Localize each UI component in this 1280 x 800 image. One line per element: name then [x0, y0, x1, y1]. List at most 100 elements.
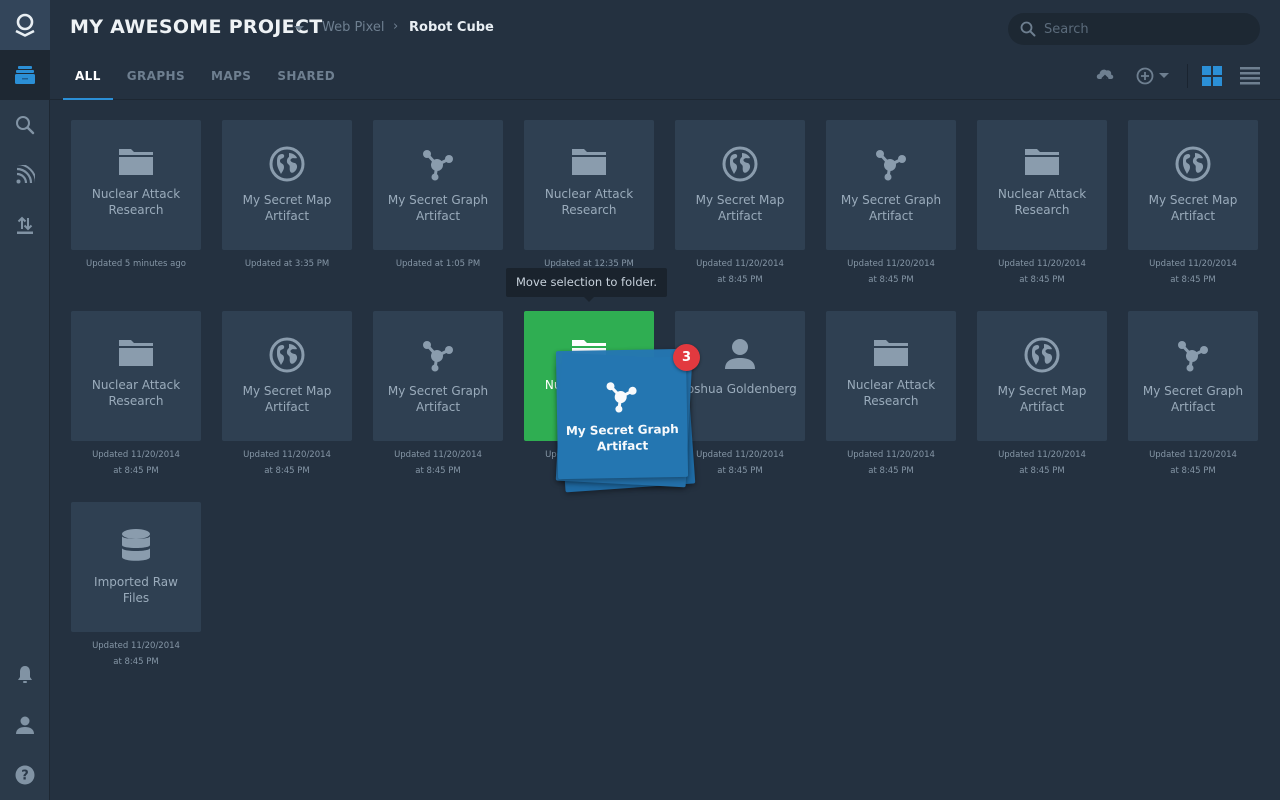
feed-icon [16, 165, 35, 184]
updated-time: at 8:45 PM [868, 466, 914, 476]
sidebar-item-search[interactable] [0, 100, 50, 150]
artifact-name: My Secret Graph Artifact [387, 384, 489, 414]
tab-all[interactable]: ALL [62, 56, 114, 100]
artifact-updated-label: Updated 11/20/2014 at 8:45 PM [1128, 447, 1258, 479]
artifact-card[interactable]: My Secret Map Artifact Updated 11/20/2014… [222, 311, 352, 479]
search-icon [1020, 21, 1036, 37]
artifact-card[interactable]: Nuclear Attack Research Updated 5 minutes… [71, 120, 201, 272]
artifact-updated-label: Updated 5 minutes ago [71, 256, 201, 272]
artifact-tile[interactable]: My Secret Map Artifact [222, 311, 352, 441]
logo-icon [15, 13, 35, 37]
artifact-updated-label: Updated 11/20/2014 at 8:45 PM [826, 256, 956, 288]
add-button[interactable] [1136, 67, 1169, 85]
updated-date: Updated 11/20/2014 [92, 641, 180, 651]
artifact-card[interactable]: My Secret Graph Artifact Updated 11/20/20… [826, 120, 956, 288]
artifact-tile[interactable]: My Secret Graph Artifact [826, 120, 956, 250]
sidebar-item-feed[interactable] [0, 150, 50, 200]
artifact-card[interactable]: My Secret Map Artifact Updated at 3:35 PM [222, 120, 352, 272]
artifact-card[interactable]: Nuclear Attack Research Updated at 12:35 … [524, 120, 654, 272]
bell-icon [18, 666, 32, 683]
help-icon: ? [15, 765, 35, 785]
database-icon [122, 529, 150, 561]
artifact-card[interactable]: Nuclear Attack Research Updated 11/20/201… [977, 120, 1107, 288]
artifact-tile[interactable]: My Secret Map Artifact [1128, 120, 1258, 250]
tab-graphs[interactable]: GRAPHS [114, 56, 198, 100]
artifact-card[interactable]: My Secret Map Artifact Updated 11/20/2014… [675, 120, 805, 288]
updated-time: at 8:45 PM [415, 466, 461, 476]
artifact-updated-label: Updated 11/20/2014 at 8:45 PM [373, 447, 503, 479]
artifact-tile[interactable]: Imported Raw Files [71, 502, 201, 632]
updated-date: Updated 11/20/2014 [92, 450, 180, 460]
project-dropdown-caret-icon[interactable] [294, 26, 304, 31]
artifact-card[interactable]: Imported Raw Files Updated 11/20/2014 at 8… [71, 502, 201, 670]
artifact-updated-label: Updated 11/20/2014 at 8:45 PM [826, 447, 956, 479]
toolbar-divider [1187, 64, 1188, 88]
updated-date: Updated 11/20/2014 [394, 450, 482, 460]
artifact-card[interactable]: Nuclear Attack Research Updated 11/20/201… [71, 311, 201, 479]
sidebar-item-notifications[interactable] [0, 650, 50, 700]
updated-date: Updated 11/20/2014 [1149, 259, 1237, 269]
sidebar-item-profile[interactable] [0, 700, 50, 750]
updated-date: Updated 11/20/2014 [998, 450, 1086, 460]
artifact-name: My Secret Map Artifact [1148, 193, 1238, 223]
grid-view-button[interactable] [1202, 66, 1222, 86]
search-input[interactable] [1044, 21, 1234, 37]
updated-date: Updated 11/20/2014 [1149, 450, 1237, 460]
project-title[interactable]: MY AWESOME PROJECT [70, 16, 322, 38]
artifact-tile[interactable]: My Secret Graph Artifact [373, 120, 503, 250]
updated-time: at 8:45 PM [1019, 275, 1065, 285]
breadcrumb-current: Robot Cube [409, 20, 494, 35]
app-logo[interactable] [0, 0, 50, 50]
artifact-tile[interactable]: My Secret Map Artifact [977, 311, 1107, 441]
globe-icon [1024, 337, 1060, 373]
globe-icon [269, 337, 305, 373]
artifact-card[interactable]: Nuclear Attack Research Updated 11/20/201… [826, 311, 956, 479]
svg-text:?: ? [21, 769, 29, 784]
updated-time: at 8:45 PM [113, 657, 159, 667]
artifact-card[interactable]: My Secret Map Artifact Updated 11/20/2014… [977, 311, 1107, 479]
artifact-tile[interactable]: Nuclear Attack Research [977, 120, 1107, 250]
sidebar-item-help[interactable]: ? [0, 750, 50, 800]
artifact-tile[interactable]: Nuclear Attack Research [524, 120, 654, 250]
artifact-tile[interactable]: My Secret Graph Artifact [373, 311, 503, 441]
tab-shared[interactable]: SHARED [264, 56, 348, 100]
sidebar-item-library[interactable] [0, 50, 50, 100]
artifact-card[interactable]: My Secret Graph Artifact Updated at 1:05 … [373, 120, 503, 272]
artifact-updated-label: Updated 11/20/2014 at 8:45 PM [977, 447, 1107, 479]
upload-button[interactable] [1096, 67, 1114, 85]
artifact-updated-label: Updated at 1:05 PM [373, 256, 503, 272]
search-box[interactable] [1008, 13, 1260, 45]
library-icon [15, 66, 35, 84]
artifact-tile[interactable]: My Secret Map Artifact [222, 120, 352, 250]
list-view-button[interactable] [1240, 67, 1260, 85]
sidebar-item-transfer[interactable] [0, 200, 50, 250]
folder-icon [119, 340, 153, 366]
tab-bar: ALL GRAPHS MAPS SHARED [62, 56, 348, 100]
artifact-tile[interactable]: Nuclear Attack Research [71, 120, 201, 250]
artifact-tile[interactable]: Nuclear Attack Research [826, 311, 956, 441]
drag-selection-stack[interactable]: My Secret Graph Artifact [555, 348, 696, 493]
tab-maps[interactable]: MAPS [198, 56, 264, 100]
updated-time: at 8:45 PM [1019, 466, 1065, 476]
drag-item-name: My Secret Graph Artifact [565, 422, 679, 454]
artifact-name: My Secret Graph Artifact [840, 193, 942, 223]
transfer-icon [17, 216, 33, 234]
artifact-name: My Secret Graph Artifact [1142, 384, 1244, 414]
artifact-tile[interactable]: My Secret Map Artifact [675, 120, 805, 250]
artifact-name: My Secret Map Artifact [242, 193, 332, 223]
updated-date: Updated 5 minutes ago [86, 259, 186, 269]
artifact-name: Nuclear Attack Research [846, 378, 936, 408]
artifact-updated-label: Updated 11/20/2014 at 8:45 PM [222, 447, 352, 479]
artifact-tile[interactable]: Nuclear Attack Research [71, 311, 201, 441]
artifact-tile[interactable]: My Secret Graph Artifact [1128, 311, 1258, 441]
breadcrumb-item[interactable]: Web Pixel [322, 20, 385, 35]
graph-icon [876, 150, 906, 181]
artifact-updated-label: Updated 11/20/2014 at 8:45 PM [675, 256, 805, 288]
artifact-card[interactable]: My Secret Graph Artifact Updated 11/20/20… [373, 311, 503, 479]
updated-time: at 8:45 PM [868, 275, 914, 285]
artifact-card[interactable]: My Secret Graph Artifact Updated 11/20/20… [1128, 311, 1258, 479]
artifact-updated-label: Updated 11/20/2014 at 8:45 PM [1128, 256, 1258, 288]
folder-icon [1025, 149, 1059, 175]
artifact-card[interactable]: My Secret Map Artifact Updated 11/20/2014… [1128, 120, 1258, 288]
graph-icon [423, 150, 453, 181]
